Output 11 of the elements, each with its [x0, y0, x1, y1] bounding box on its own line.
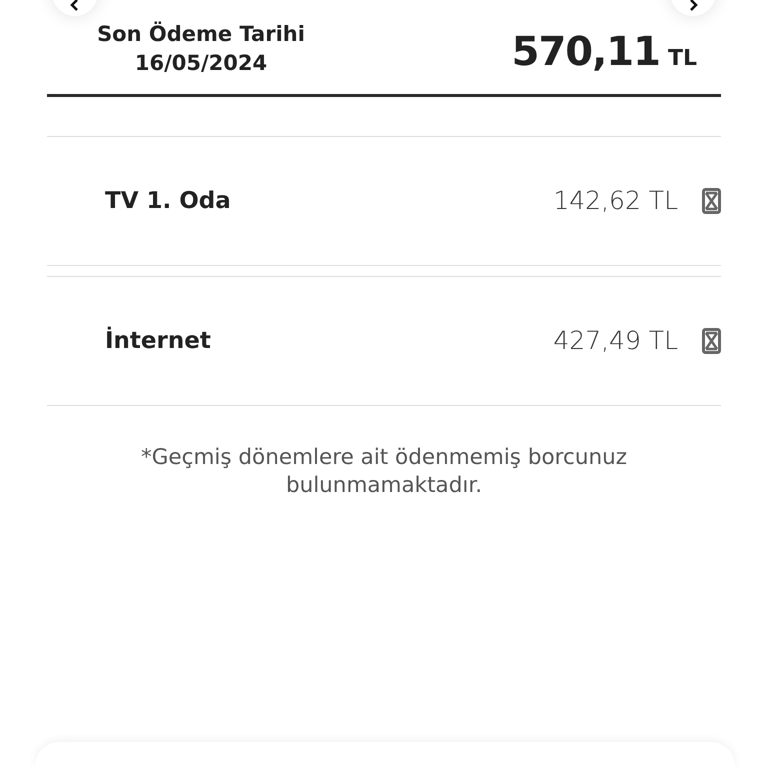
total-amount: 570,11	[512, 28, 660, 77]
currency-label: TL	[668, 45, 697, 73]
item-name: TV 1. Oda	[105, 186, 231, 216]
item-amount: 427,49 TL	[553, 325, 678, 358]
item-amount: 142,62 TL	[553, 185, 678, 218]
x-box-icon	[702, 188, 721, 214]
due-date-label: Son Ödeme Tarihi	[96, 20, 306, 48]
x-box-icon	[702, 328, 721, 354]
item-name: İnternet	[105, 326, 211, 356]
due-date: 16/05/2024	[134, 50, 268, 77]
footnote: *Geçmiş dönemlere ait ödenmemiş borcunuz bulunmamaktadır.	[140, 444, 628, 500]
